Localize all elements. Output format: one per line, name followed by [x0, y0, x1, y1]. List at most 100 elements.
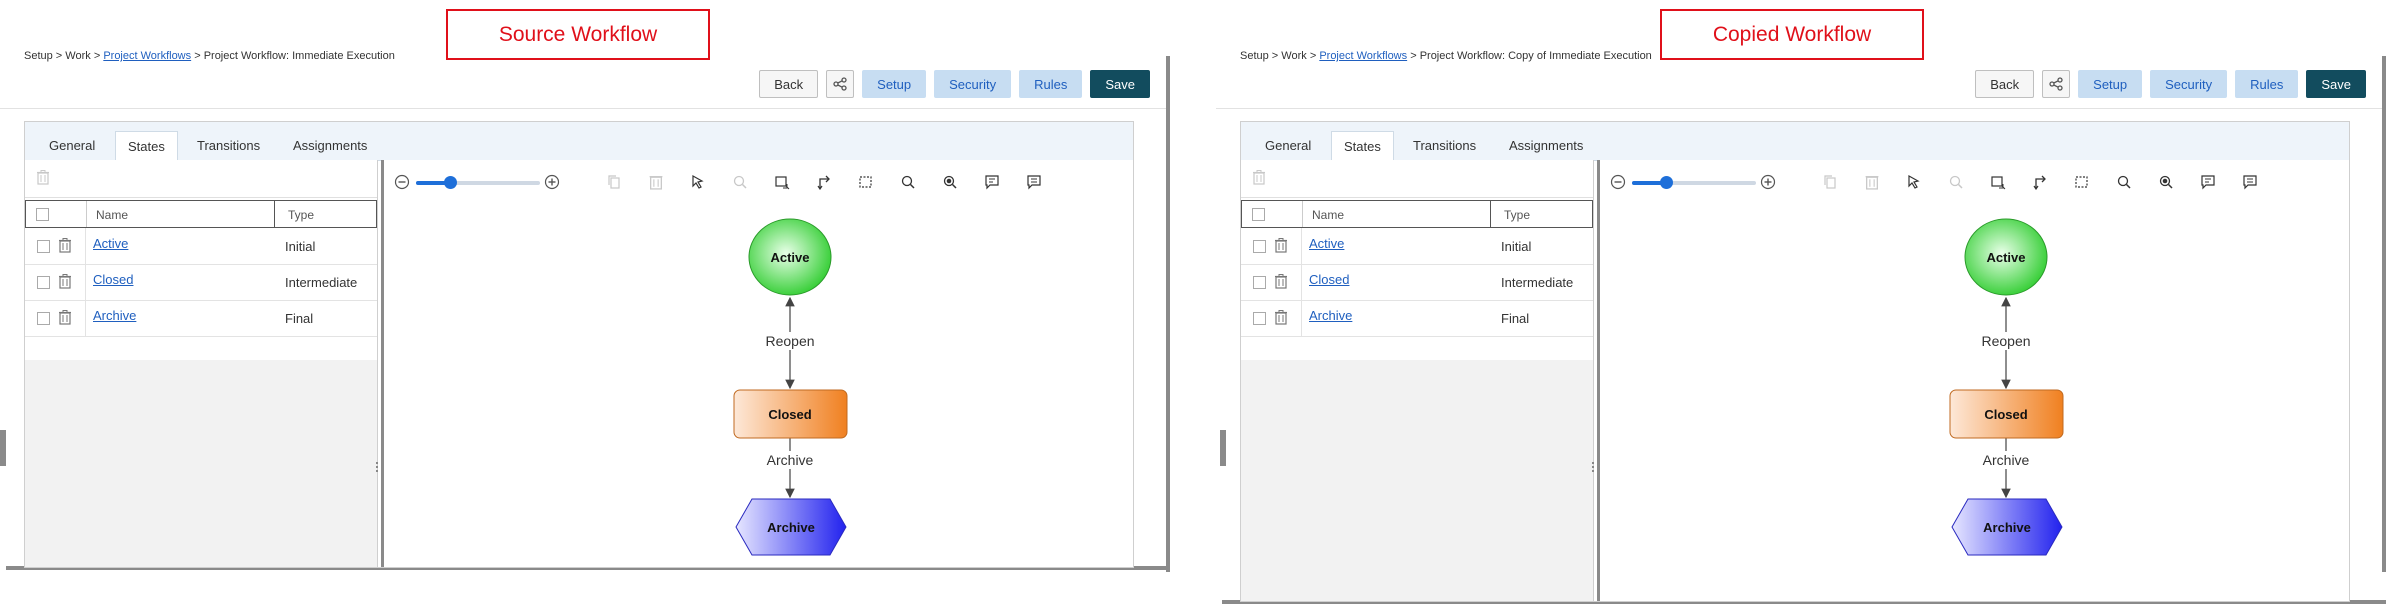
state-node-closed-label: Closed	[768, 407, 811, 422]
select-all-checkbox[interactable]	[36, 208, 49, 221]
rules-button[interactable]: Rules	[2235, 70, 2299, 98]
share-button[interactable]	[826, 70, 855, 98]
state-name-link[interactable]: Closed	[1309, 272, 1349, 287]
share-icon	[833, 77, 847, 91]
state-type: Intermediate	[285, 275, 358, 290]
breadcrumb-project-workflows-link[interactable]: Project Workflows	[1319, 50, 1407, 62]
source-workflow-pane: Source Workflow Setup > Work > Project W…	[0, 0, 1170, 610]
column-header-type[interactable]: Type	[1504, 208, 1530, 222]
list-toolbar	[1241, 160, 1593, 198]
list-toolbar	[25, 160, 377, 198]
setup-button[interactable]: Setup	[862, 70, 927, 98]
breadcrumb-project-workflows-link[interactable]: Project Workflows	[103, 50, 191, 62]
breadcrumb-separator: >	[1407, 50, 1420, 62]
table-row: Closed Intermediate	[25, 264, 377, 301]
copied-workflow-callout: Copied Workflow	[1660, 9, 1924, 60]
column-divider	[85, 228, 86, 264]
state-node-archive-label: Archive	[1983, 520, 2031, 535]
row-checkbox[interactable]	[37, 240, 50, 253]
row-delete-button[interactable]	[59, 274, 71, 292]
tab-transitions[interactable]: Transitions	[1401, 131, 1488, 160]
states-list: Name Type Active Initial Closed Intermed…	[1241, 160, 1593, 360]
breadcrumb-work[interactable]: Work	[1281, 50, 1306, 62]
column-divider	[1301, 228, 1302, 264]
copied-workflow-pane: Copied Workflow Setup > Work > Project W…	[1216, 0, 2386, 610]
column-resizer[interactable]	[274, 201, 275, 227]
row-delete-button[interactable]	[59, 310, 71, 328]
security-button[interactable]: Security	[2150, 70, 2228, 98]
breadcrumb-current: Project Workflow: Copy of Immediate Exec…	[1419, 50, 1652, 62]
tab-assignments[interactable]: Assignments	[1497, 131, 1595, 160]
security-button[interactable]: Security	[934, 70, 1012, 98]
edge-label-archive: Archive	[767, 452, 814, 468]
trash-icon	[1275, 274, 1287, 289]
table-header: Name Type	[1241, 200, 1593, 228]
state-type: Initial	[1501, 239, 1532, 254]
state-name-link[interactable]: Active	[93, 236, 128, 251]
row-delete-button[interactable]	[1275, 310, 1287, 328]
tab-general[interactable]: General	[37, 131, 107, 160]
column-header-name[interactable]: Name	[96, 208, 128, 222]
delete-selected-button[interactable]	[37, 170, 49, 190]
row-checkbox[interactable]	[37, 312, 50, 325]
side-panel-toggle[interactable]	[0, 430, 6, 466]
back-button[interactable]: Back	[1975, 70, 2035, 98]
breadcrumb-setup[interactable]: Setup	[1240, 50, 1269, 62]
state-name-link[interactable]: Active	[1309, 236, 1344, 251]
rules-button[interactable]: Rules	[1019, 70, 1083, 98]
state-node-active-label: Active	[1986, 250, 2025, 265]
row-delete-button[interactable]	[59, 238, 71, 256]
share-button[interactable]	[2042, 70, 2071, 98]
save-button[interactable]: Save	[2306, 70, 2366, 98]
column-resizer[interactable]	[1490, 201, 1491, 227]
diagram-canvas[interactable]: Reopen Archive Active Closed Archive	[1597, 160, 2349, 601]
column-divider	[86, 201, 87, 227]
diagram-canvas[interactable]: Reopen Archive Active Closed Archive	[381, 160, 1133, 567]
select-all-checkbox[interactable]	[1252, 208, 1265, 221]
row-checkbox[interactable]	[1253, 312, 1266, 325]
breadcrumb-work[interactable]: Work	[65, 50, 90, 62]
tab-states[interactable]: States	[115, 131, 178, 161]
header-divider	[0, 108, 1170, 109]
tab-assignments[interactable]: Assignments	[281, 131, 379, 160]
table-row: Closed Intermediate	[1241, 264, 1593, 301]
row-checkbox[interactable]	[1253, 240, 1266, 253]
table-row: Active Initial	[1241, 228, 1593, 265]
state-name-link[interactable]: Closed	[93, 272, 133, 287]
panel-splitter[interactable]	[1591, 460, 1595, 474]
tab-transitions[interactable]: Transitions	[185, 131, 272, 160]
breadcrumb-setup[interactable]: Setup	[24, 50, 53, 62]
row-delete-button[interactable]	[1275, 238, 1287, 256]
delete-selected-button[interactable]	[1253, 170, 1265, 190]
row-checkbox[interactable]	[37, 276, 50, 289]
column-divider	[1302, 201, 1303, 227]
column-header-type[interactable]: Type	[288, 208, 314, 222]
tab-general[interactable]: General	[1253, 131, 1323, 160]
trash-icon	[1275, 310, 1287, 325]
state-node-archive-label: Archive	[767, 520, 815, 535]
back-button[interactable]: Back	[759, 70, 819, 98]
states-list: Name Type Active Initial Closed Intermed…	[25, 160, 377, 360]
header-divider	[1216, 108, 2386, 109]
share-icon	[2049, 77, 2063, 91]
tab-states[interactable]: States	[1331, 131, 1394, 161]
save-button[interactable]: Save	[1090, 70, 1150, 98]
state-node-closed-label: Closed	[1984, 407, 2027, 422]
panel-splitter[interactable]	[375, 460, 379, 474]
breadcrumb-separator: >	[52, 50, 66, 62]
side-panel-toggle[interactable]	[1220, 430, 1226, 466]
state-type: Initial	[285, 239, 316, 254]
breadcrumb-separator: >	[1306, 50, 1320, 62]
trash-icon	[1275, 238, 1287, 253]
table-row: Active Initial	[25, 228, 377, 265]
state-name-link[interactable]: Archive	[1309, 308, 1352, 323]
row-delete-button[interactable]	[1275, 274, 1287, 292]
column-header-name[interactable]: Name	[1312, 208, 1344, 222]
state-name-link[interactable]: Archive	[93, 308, 136, 323]
workflow-diagram: Reopen Archive Active Closed Archive	[1949, 218, 2064, 556]
column-divider	[1301, 264, 1302, 300]
row-checkbox[interactable]	[1253, 276, 1266, 289]
workflow-editor: General States Transitions Assignments N…	[1240, 121, 2350, 602]
breadcrumb-separator: >	[1268, 50, 1282, 62]
setup-button[interactable]: Setup	[2078, 70, 2143, 98]
